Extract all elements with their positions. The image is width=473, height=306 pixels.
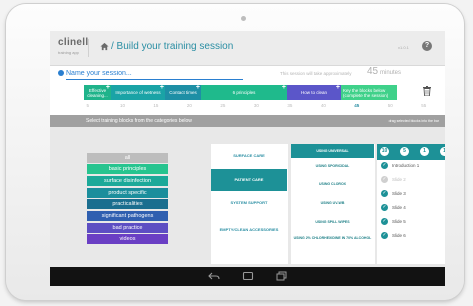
check-icon: ✓ [381, 176, 388, 183]
category-significant-pathogens[interactable]: significant pathogens [87, 211, 168, 221]
timeline-block-label: Contact times [169, 90, 197, 95]
timeline-tick: 50 [387, 103, 393, 108]
timeline-block-label: Importance of wetness [115, 90, 161, 95]
add-icon[interactable]: + [196, 85, 200, 91]
recent-apps-icon[interactable] [276, 271, 288, 281]
app-header: clinell training app / Build your traini… [50, 31, 445, 66]
duration-label: This session will take approximately [280, 71, 352, 76]
add-icon[interactable]: + [336, 85, 340, 91]
system-nav-bar [50, 267, 445, 286]
logo-subtitle: training app [58, 50, 79, 55]
add-icon[interactable]: + [160, 85, 164, 91]
timeline-tick: 40 [320, 103, 326, 108]
trash-icon[interactable] [423, 86, 431, 96]
timeline-tick: 20 [186, 103, 192, 108]
timeline-tick: 5 [86, 103, 89, 108]
slide-label: Slide 6 [392, 233, 406, 238]
training-block-item[interactable]: USING UNIVERSAL [291, 144, 374, 158]
training-block-item[interactable]: USING SPILL WIPES [291, 220, 374, 225]
timeline-tick: 55 [421, 103, 427, 108]
app-version: v1.0.1 [398, 45, 409, 50]
slide-label: Slide 2 [392, 177, 406, 182]
instruction-text: Select training blocks from the categori… [86, 118, 192, 124]
timeline-tick: 10 [119, 103, 125, 108]
app-screen: clinell training app / Build your traini… [50, 31, 445, 286]
instruction-bar: Select training blocks from the categori… [50, 115, 445, 127]
slide-item[interactable]: ✓ Introduction 1 [377, 160, 445, 172]
training-block-item[interactable]: USING UV-WB [291, 201, 374, 206]
slide-item[interactable]: ✓ Slide 5 [377, 216, 445, 228]
session-name-input[interactable] [66, 67, 243, 80]
subcategory-item[interactable]: SURFACE CARE [211, 153, 287, 158]
timeline-scale: 5 10 15 20 25 30 35 40 45 50 55 [53, 103, 438, 111]
instruction-hint: drag selected blocks into the bar [388, 119, 439, 123]
add-icon[interactable]: + [106, 85, 110, 91]
home-icon[interactable] [100, 42, 109, 51]
category-surface-disinfection[interactable]: surface disinfection [87, 176, 168, 186]
slide-item[interactable]: ✓ Slide 6 [377, 230, 445, 242]
training-block-item[interactable]: USING SPORICIDAL [291, 164, 374, 169]
timeline-tick: 15 [153, 103, 159, 108]
duration-unit: minutes [380, 70, 402, 76]
header-divider [88, 39, 89, 57]
timeline-tick: 30 [253, 103, 259, 108]
category-all[interactable]: all [87, 153, 168, 163]
timeline-block[interactable]: How to clean + [287, 85, 341, 100]
category-product-specific[interactable]: product specific [87, 188, 168, 198]
timeline-block-label: 6 principles [232, 90, 256, 95]
training-block-list: USING UNIVERSAL USING SPORICIDAL USING C… [291, 144, 375, 264]
training-block-item[interactable]: USING 2% CHLORHEXIDINE IN 70% ALCOHOL [291, 236, 374, 241]
subcategory-item[interactable]: PATIENT CARE [211, 169, 287, 191]
category-practicalities[interactable]: practicalities [87, 199, 168, 209]
slide-item[interactable]: ✓ Slide 3 [377, 188, 445, 200]
timeline-tick: 45 [354, 103, 360, 108]
check-icon: ✓ [381, 232, 388, 239]
section-count-tab[interactable]: 5 [400, 147, 409, 156]
check-icon: ✓ [381, 204, 388, 211]
category-basic-principles[interactable]: basic principles [87, 164, 168, 174]
camera-dot [241, 16, 246, 21]
training-block-item[interactable]: USING CLOROX [291, 182, 374, 187]
section-count-tab[interactable]: 1 [440, 147, 445, 156]
slide-label: Slide 3 [392, 191, 406, 196]
section-count-tab[interactable]: 1 [420, 147, 429, 156]
subcategory-item[interactable]: EMPTY/CLEAN ACCESSORIES [211, 227, 287, 232]
section-count-tab[interactable]: 10 [380, 147, 389, 156]
timeline-hint-block: Key the blocks below (complete the sessi… [341, 85, 397, 100]
category-videos[interactable]: videos [87, 234, 168, 244]
add-icon[interactable]: + [282, 85, 286, 91]
help-icon[interactable]: ? [422, 41, 432, 51]
timeline-block-label: How to clean [300, 90, 327, 95]
slide-item[interactable]: ✓ Slide 4 [377, 202, 445, 214]
back-nav-icon[interactable] [208, 271, 220, 281]
slide-label: Slide 4 [392, 205, 406, 210]
slide-item[interactable]: ✓ Slide 2 [377, 174, 445, 186]
duration-value: 45 [367, 66, 379, 77]
timeline-tick: 25 [220, 103, 226, 108]
block-picker: all basic principles surface disinfectio… [50, 127, 445, 286]
timeline-block[interactable]: Importance of wetness + [111, 85, 165, 100]
check-icon: ✓ [381, 162, 388, 169]
slide-label: Slide 5 [392, 219, 406, 224]
category-bad-practice[interactable]: bad practice [87, 223, 168, 233]
timeline-block[interactable]: Contact times + [165, 85, 201, 100]
timeline-block[interactable]: 6 principles + [201, 85, 287, 100]
timeline-hint-label: Key the blocks below (complete the sessi… [343, 87, 389, 98]
app-logo: clinell [58, 37, 89, 48]
check-icon: ✓ [381, 190, 388, 197]
tablet-frame: clinell training app / Build your traini… [6, 4, 464, 300]
page-title: / Build your training session [111, 41, 234, 52]
subcategory-list: SURFACE CARE PATIENT CARE SYSTEM SUPPORT… [211, 144, 288, 264]
subcategory-item[interactable]: SYSTEM SUPPORT [211, 200, 287, 205]
home-nav-icon[interactable] [242, 271, 254, 281]
edit-icon [58, 70, 64, 76]
timeline-block[interactable]: Effective cleaning... + [84, 85, 111, 100]
check-icon: ✓ [381, 218, 388, 225]
session-name-row: This session will take approximately 45 … [50, 65, 445, 83]
timeline-tick: 35 [287, 103, 293, 108]
slide-list: ✓ Introduction 1 ✓ Slide 2 ✓ Slide 3 ✓ Slide… [377, 160, 445, 264]
slide-label: Introduction 1 [392, 163, 420, 168]
